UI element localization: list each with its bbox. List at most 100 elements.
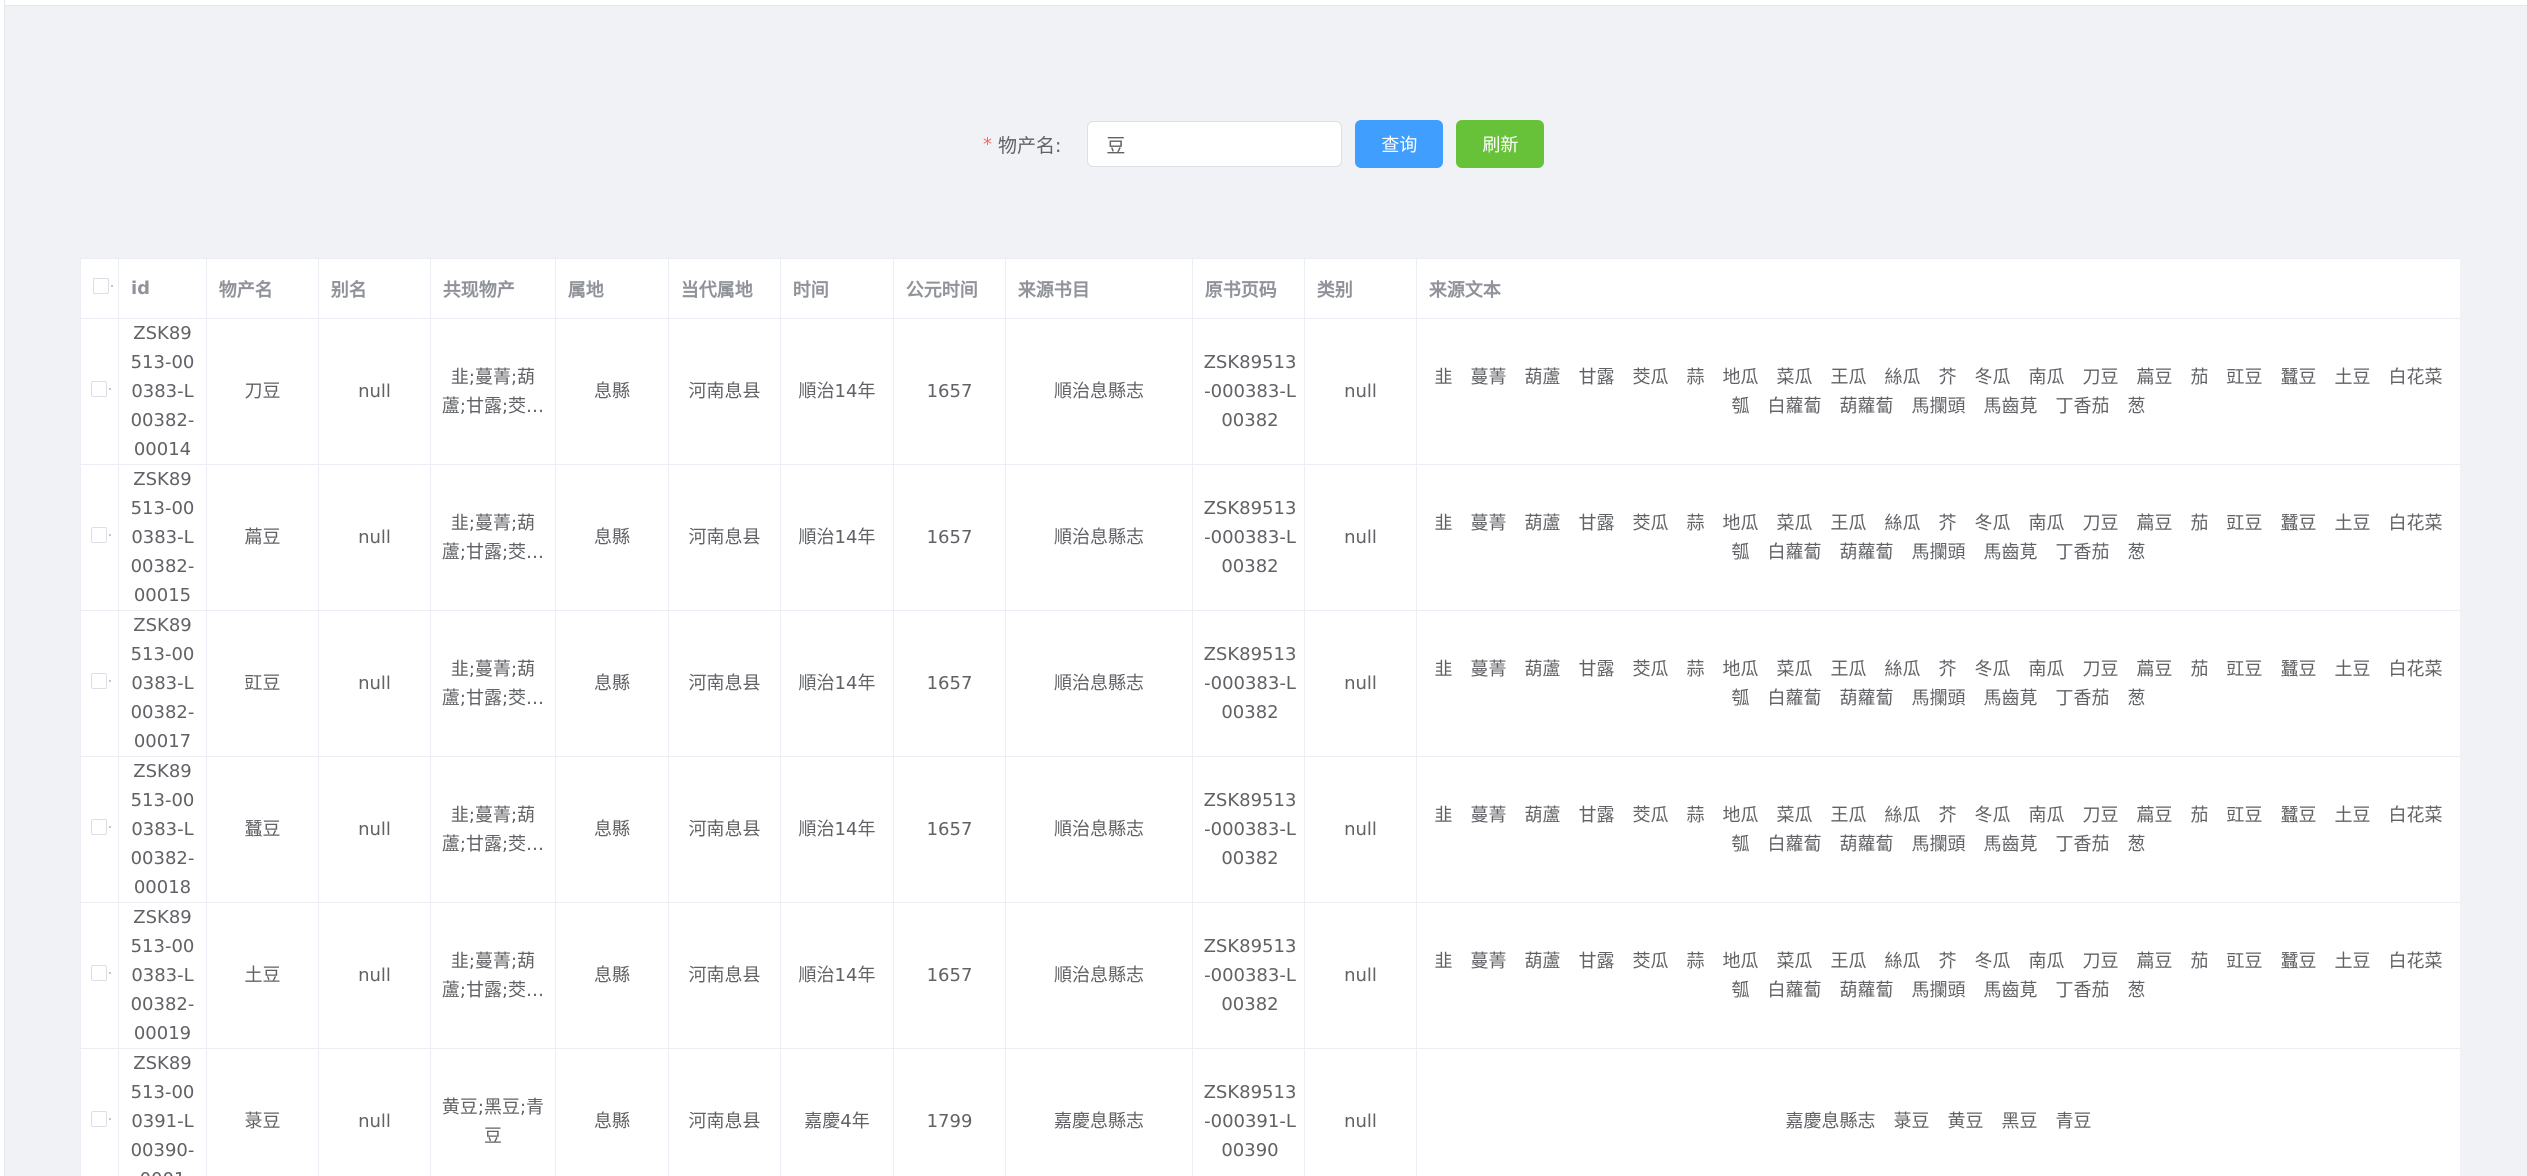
cell-alias: null bbox=[318, 318, 431, 465]
checkbox-dot-icon bbox=[109, 388, 111, 390]
header-time[interactable]: 时间 bbox=[780, 258, 894, 319]
header-source-text[interactable]: 来源文本 bbox=[1416, 258, 2460, 319]
cell-page: ZSK89513-000383-L00382 bbox=[1192, 902, 1305, 1049]
id-text: ZSK89513-000383-L00382-00014 bbox=[130, 323, 195, 460]
cell-id: ZSK89513-000383-L00382-00014 bbox=[118, 318, 207, 465]
cell-cooccur: 韭;蔓菁;葫蘆;甘露;茭… bbox=[430, 902, 556, 1049]
table-row[interactable]: ZSK89513-000383-L00382-00015 萹豆 null 韭;蔓… bbox=[80, 464, 2460, 611]
cooccur-text: 韭;蔓菁;葫蘆;甘露;茭… bbox=[441, 804, 545, 855]
select-all-checkbox[interactable] bbox=[93, 278, 109, 294]
row-checkbox[interactable] bbox=[91, 381, 107, 397]
header-place[interactable]: 属地 bbox=[555, 258, 669, 319]
cell-book: 順治息縣志 bbox=[1005, 464, 1193, 611]
header-modern-place[interactable]: 当代属地 bbox=[668, 258, 781, 319]
cell-place: 息縣 bbox=[555, 756, 669, 903]
search-form: * 物产名: 查询 刷新 bbox=[983, 119, 1545, 169]
cell-source-text: 韭 蔓菁 葫蘆 甘露 茭瓜 蒜 地瓜 菜瓜 王瓜 絲瓜 芥 冬瓜 南瓜 刀豆 萹… bbox=[1416, 902, 2460, 1049]
header-alias[interactable]: 别名 bbox=[318, 258, 431, 319]
header-year[interactable]: 公元时间 bbox=[893, 258, 1006, 319]
cell-category: null bbox=[1304, 1048, 1417, 1176]
cell-time: 順治14年 bbox=[780, 464, 894, 611]
row-checkbox[interactable] bbox=[91, 673, 107, 689]
cell-time: 順治14年 bbox=[780, 610, 894, 757]
checkbox-dot-icon bbox=[111, 285, 113, 287]
cell-alias: null bbox=[318, 610, 431, 757]
checkbox-dot-icon bbox=[109, 826, 111, 828]
header-page[interactable]: 原书页码 bbox=[1192, 258, 1305, 319]
cell-id: ZSK89513-000383-L00382-00015 bbox=[118, 464, 207, 611]
cell-source-text: 韭 蔓菁 葫蘆 甘露 茭瓜 蒜 地瓜 菜瓜 王瓜 絲瓜 芥 冬瓜 南瓜 刀豆 萹… bbox=[1416, 756, 2460, 903]
cell-book: 順治息縣志 bbox=[1005, 610, 1193, 757]
table-row[interactable]: ZSK89513-000383-L00382-00014 刀豆 null 韭;蔓… bbox=[80, 318, 2460, 465]
cell-category: null bbox=[1304, 318, 1417, 465]
cell-category: null bbox=[1304, 464, 1417, 611]
header-book[interactable]: 来源书目 bbox=[1005, 258, 1193, 319]
cell-time: 順治14年 bbox=[780, 756, 894, 903]
source-text: 韭 蔓菁 葫蘆 甘露 茭瓜 蒜 地瓜 菜瓜 王瓜 絲瓜 芥 冬瓜 南瓜 刀豆 萹… bbox=[1434, 512, 2451, 563]
cell-source-text: 韭 蔓菁 葫蘆 甘露 茭瓜 蒜 地瓜 菜瓜 王瓜 絲瓜 芥 冬瓜 南瓜 刀豆 萹… bbox=[1416, 610, 2460, 757]
cell-name: 土豆 bbox=[206, 902, 319, 1049]
cell-time: 順治14年 bbox=[780, 902, 894, 1049]
cell-place: 息縣 bbox=[555, 1048, 669, 1176]
left-frame-line bbox=[0, 0, 5, 1176]
top-frame-line bbox=[0, 0, 2527, 6]
header-cooccur[interactable]: 共现物产 bbox=[430, 258, 556, 319]
cell-place: 息縣 bbox=[555, 318, 669, 465]
checkbox-dot-icon bbox=[109, 972, 111, 974]
cell-page: ZSK89513-000383-L00382 bbox=[1192, 318, 1305, 465]
row-select-cell bbox=[80, 318, 119, 465]
row-checkbox[interactable] bbox=[91, 965, 107, 981]
cell-book: 順治息縣志 bbox=[1005, 902, 1193, 1049]
row-checkbox[interactable] bbox=[91, 819, 107, 835]
header-name[interactable]: 物产名 bbox=[206, 258, 319, 319]
cell-modern-place: 河南息县 bbox=[668, 318, 781, 465]
cell-time: 順治14年 bbox=[780, 318, 894, 465]
refresh-button[interactable]: 刷新 bbox=[1456, 120, 1545, 168]
page-text: ZSK89513-000383-L00382 bbox=[1203, 936, 1297, 1015]
cell-place: 息縣 bbox=[555, 902, 669, 1049]
header-category[interactable]: 类别 bbox=[1304, 258, 1417, 319]
required-mark: * bbox=[983, 133, 992, 155]
cell-id: ZSK89513-000383-L00382-00019 bbox=[118, 902, 207, 1049]
table-row[interactable]: ZSK89513-000383-L00382-00019 土豆 null 韭;蔓… bbox=[80, 902, 2460, 1049]
id-text: ZSK89513-000383-L00382-00015 bbox=[130, 469, 195, 606]
cell-book: 順治息縣志 bbox=[1005, 756, 1193, 903]
cooccur-text: 黄豆;黑豆;青豆 bbox=[441, 1096, 545, 1147]
cell-name: 蠶豆 bbox=[206, 756, 319, 903]
cell-year: 1799 bbox=[893, 1048, 1006, 1176]
cell-page: ZSK89513-000383-L00382 bbox=[1192, 464, 1305, 611]
cell-alias: null bbox=[318, 464, 431, 611]
checkbox-dot-icon bbox=[109, 680, 111, 682]
cell-book: 嘉慶息縣志 bbox=[1005, 1048, 1193, 1176]
cell-modern-place: 河南息县 bbox=[668, 756, 781, 903]
cell-id: ZSK89513-000383-L00382-00018 bbox=[118, 756, 207, 903]
cooccur-text: 韭;蔓菁;葫蘆;甘露;茭… bbox=[441, 366, 545, 417]
id-text: ZSK89513-000391-L00390-0001 bbox=[130, 1053, 195, 1176]
cell-time: 嘉慶4年 bbox=[780, 1048, 894, 1176]
id-text: ZSK89513-000383-L00382-00018 bbox=[130, 761, 195, 898]
cell-cooccur: 韭;蔓菁;葫蘆;甘露;茭… bbox=[430, 318, 556, 465]
cell-source-text: 韭 蔓菁 葫蘆 甘露 茭瓜 蒜 地瓜 菜瓜 王瓜 絲瓜 芥 冬瓜 南瓜 刀豆 萹… bbox=[1416, 318, 2460, 465]
table-row[interactable]: ZSK89513-000383-L00382-00018 蠶豆 null 韭;蔓… bbox=[80, 756, 2460, 903]
checkbox-dot-icon bbox=[109, 534, 111, 536]
source-text: 韭 蔓菁 葫蘆 甘露 茭瓜 蒜 地瓜 菜瓜 王瓜 絲瓜 芥 冬瓜 南瓜 刀豆 萹… bbox=[1434, 366, 2451, 417]
header-id[interactable]: id bbox=[118, 258, 207, 319]
table-row[interactable]: ZSK89513-000383-L00382-00017 豇豆 null 韭;蔓… bbox=[80, 610, 2460, 757]
product-name-input[interactable] bbox=[1087, 121, 1343, 167]
row-select-cell bbox=[80, 1048, 119, 1176]
cell-year: 1657 bbox=[893, 902, 1006, 1049]
query-button[interactable]: 查询 bbox=[1355, 120, 1444, 168]
select-all-header bbox=[80, 258, 119, 319]
cell-name: 萹豆 bbox=[206, 464, 319, 611]
cell-alias: null bbox=[318, 902, 431, 1049]
cell-page: ZSK89513-000383-L00382 bbox=[1192, 610, 1305, 757]
cell-source-text: 韭 蔓菁 葫蘆 甘露 茭瓜 蒜 地瓜 菜瓜 王瓜 絲瓜 芥 冬瓜 南瓜 刀豆 萹… bbox=[1416, 464, 2460, 611]
table-row[interactable]: ZSK89513-000391-L00390-0001 菉豆 null 黄豆;黑… bbox=[80, 1048, 2460, 1176]
row-checkbox[interactable] bbox=[91, 527, 107, 543]
row-checkbox[interactable] bbox=[91, 1111, 107, 1127]
cell-category: null bbox=[1304, 610, 1417, 757]
cell-name: 菉豆 bbox=[206, 1048, 319, 1176]
source-text: 韭 蔓菁 葫蘆 甘露 茭瓜 蒜 地瓜 菜瓜 王瓜 絲瓜 芥 冬瓜 南瓜 刀豆 萹… bbox=[1434, 804, 2451, 855]
cell-modern-place: 河南息县 bbox=[668, 464, 781, 611]
cell-id: ZSK89513-000383-L00382-00017 bbox=[118, 610, 207, 757]
